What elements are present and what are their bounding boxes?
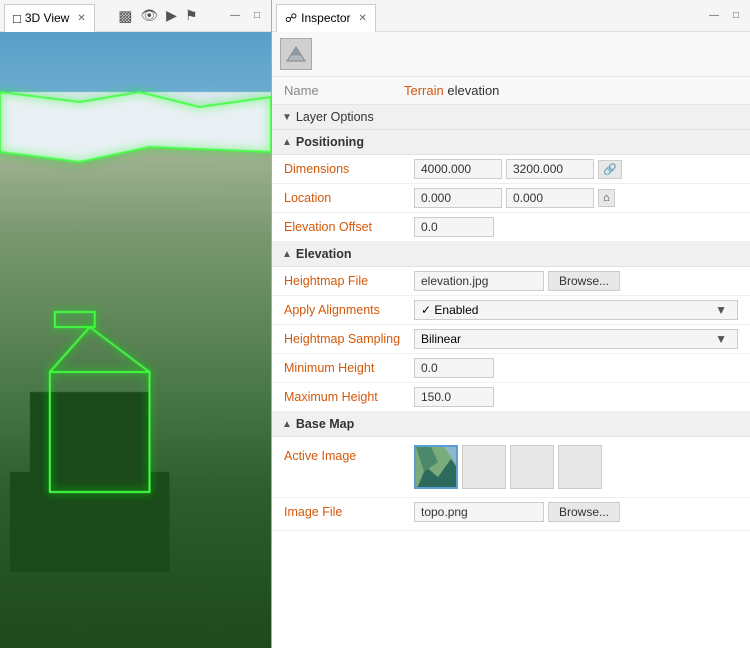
heightmap-sampling-chevron-icon: ▼: [711, 332, 731, 346]
minimum-height-input[interactable]: [414, 358, 494, 378]
heightmap-sampling-label: Heightmap Sampling: [284, 332, 414, 346]
dimensions-label: Dimensions: [284, 162, 414, 176]
image-file-fields: Browse...: [414, 502, 738, 522]
base-map-section-header[interactable]: ▲ Base Map: [272, 412, 750, 437]
heightmap-file-fields: Browse...: [414, 271, 738, 291]
3d-view-tab-label: 3D View: [25, 11, 69, 25]
apply-alignments-label: Apply Alignments: [284, 303, 414, 317]
dimensions-y-input[interactable]: [506, 159, 594, 179]
terrain-layer-icon: [280, 38, 312, 70]
image-file-row: Image File Browse...: [272, 498, 750, 531]
active-image-label: Active Image: [284, 445, 414, 463]
location-x-input[interactable]: [414, 188, 502, 208]
name-row: Name Terrain elevation: [272, 77, 750, 105]
heightmap-file-label: Heightmap File: [284, 274, 414, 288]
dimensions-x-input[interactable]: [414, 159, 502, 179]
dimensions-row: Dimensions 🔗: [272, 155, 750, 184]
left-panel: □ 3D View ✕ ▩ 👁 ▶ ⚑ — □: [0, 0, 272, 648]
inspector-tab[interactable]: ☍ Inspector ✕: [276, 4, 376, 32]
eye-icon[interactable]: 👁: [140, 7, 158, 25]
minimum-height-value: [414, 358, 738, 378]
name-normal: elevation: [444, 83, 500, 98]
inspector-tab-label: Inspector: [301, 11, 350, 25]
3d-view-close-icon[interactable]: ✕: [77, 13, 85, 24]
base-map-title: Base Map: [296, 417, 354, 431]
left-win-controls: — □: [225, 6, 267, 26]
positioning-chevron: ▲: [282, 137, 292, 148]
dimensions-link-icon-btn[interactable]: 🔗: [598, 160, 622, 179]
maximum-height-label: Maximum Height: [284, 390, 414, 404]
location-row: Location ⌂: [272, 184, 750, 213]
minimum-height-label: Minimum Height: [284, 361, 414, 375]
3d-view-tab[interactable]: □ 3D View ✕: [4, 4, 95, 32]
thumb-terrain-svg: [416, 447, 458, 489]
right-win-controls: — □: [704, 6, 746, 26]
positioning-section-header[interactable]: ▲ Positioning: [272, 130, 750, 155]
right-minimize-button[interactable]: —: [704, 6, 724, 26]
dimensions-fields: 🔗: [414, 159, 738, 179]
right-panel: ☍ Inspector ✕ — □ Name Terrain elevation: [272, 0, 750, 648]
inspector-close-icon[interactable]: ✕: [359, 13, 367, 24]
terrain-canvas: [0, 32, 271, 648]
apply-alignments-chevron-icon: ▼: [711, 303, 731, 317]
maximize-button[interactable]: □: [247, 6, 267, 26]
elevation-offset-row: Elevation Offset: [272, 213, 750, 242]
3d-view-tab-bar: □ 3D View ✕ ▩ 👁 ▶ ⚑ — □: [0, 0, 271, 32]
heightmap-file-input[interactable]: [414, 271, 544, 291]
elevation-offset-value: [414, 217, 738, 237]
image-file-input[interactable]: [414, 502, 544, 522]
apply-alignments-value: ✓ Enabled: [421, 303, 711, 317]
layer-options-title: Layer Options: [296, 110, 374, 124]
inspector-tab-bar: ☍ Inspector ✕ — □: [272, 0, 750, 32]
location-label: Location: [284, 191, 414, 205]
3d-cube-icon: □: [13, 11, 21, 26]
name-highlighted: Terrain: [404, 83, 444, 98]
name-field-label: Name: [284, 83, 404, 98]
heightmap-browse-button[interactable]: Browse...: [548, 271, 620, 291]
elevation-title: Elevation: [296, 247, 352, 261]
maximum-height-input[interactable]: [414, 387, 494, 407]
heightmap-sampling-row: Heightmap Sampling Bilinear ▼: [272, 325, 750, 354]
location-fields: ⌂: [414, 188, 738, 208]
image-file-browse-button[interactable]: Browse...: [548, 502, 620, 522]
terrain-svg-icon: [285, 45, 307, 63]
apply-alignments-row: Apply Alignments ✓ Enabled ▼: [272, 296, 750, 325]
active-image-row: Active Image: [272, 437, 750, 498]
heightmap-sampling-value: Bilinear: [421, 332, 711, 346]
active-image-thumb-3[interactable]: [510, 445, 554, 489]
elevation-chevron: ▲: [282, 249, 292, 260]
heightmap-sampling-dropdown[interactable]: Bilinear ▼: [414, 329, 738, 349]
inspector-header: [272, 32, 750, 77]
active-image-thumb-4[interactable]: [558, 445, 602, 489]
3d-view-actions: ▩ 👁 ▶ ⚑: [118, 7, 201, 25]
bookmark-icon[interactable]: ⚑: [185, 7, 198, 25]
minimum-height-row: Minimum Height: [272, 354, 750, 383]
location-grid-icon-btn[interactable]: ⌂: [598, 189, 615, 207]
heightmap-file-row: Heightmap File Browse...: [272, 267, 750, 296]
camera-icon[interactable]: ▶: [166, 7, 177, 25]
inspector-tab-icon: ☍: [285, 11, 297, 25]
layer-options-section-header[interactable]: ▼ Layer Options: [272, 105, 750, 130]
inspector-scroll-area[interactable]: Name Terrain elevation ▼ Layer Options ▲…: [272, 32, 750, 648]
layers-icon[interactable]: ▩: [118, 7, 132, 25]
maximum-height-value: [414, 387, 738, 407]
location-y-input[interactable]: [506, 188, 594, 208]
base-map-chevron: ▲: [282, 419, 292, 430]
active-image-thumb-2[interactable]: [462, 445, 506, 489]
image-file-label: Image File: [284, 505, 414, 519]
elevation-section-header[interactable]: ▲ Elevation: [272, 242, 750, 267]
layer-options-chevron: ▼: [282, 112, 292, 123]
elevation-offset-input[interactable]: [414, 217, 494, 237]
3d-view-content: [0, 32, 271, 648]
right-maximize-button[interactable]: □: [726, 6, 746, 26]
positioning-title: Positioning: [296, 135, 364, 149]
name-field-value: Terrain elevation: [404, 83, 499, 98]
maximum-height-row: Maximum Height: [272, 383, 750, 412]
minimize-button[interactable]: —: [225, 6, 245, 26]
bottom-spacer: [272, 531, 750, 551]
active-image-thumbnails: [414, 445, 602, 489]
apply-alignments-dropdown[interactable]: ✓ Enabled ▼: [414, 300, 738, 320]
active-image-thumb-1[interactable]: [414, 445, 458, 489]
elevation-offset-label: Elevation Offset: [284, 220, 414, 234]
